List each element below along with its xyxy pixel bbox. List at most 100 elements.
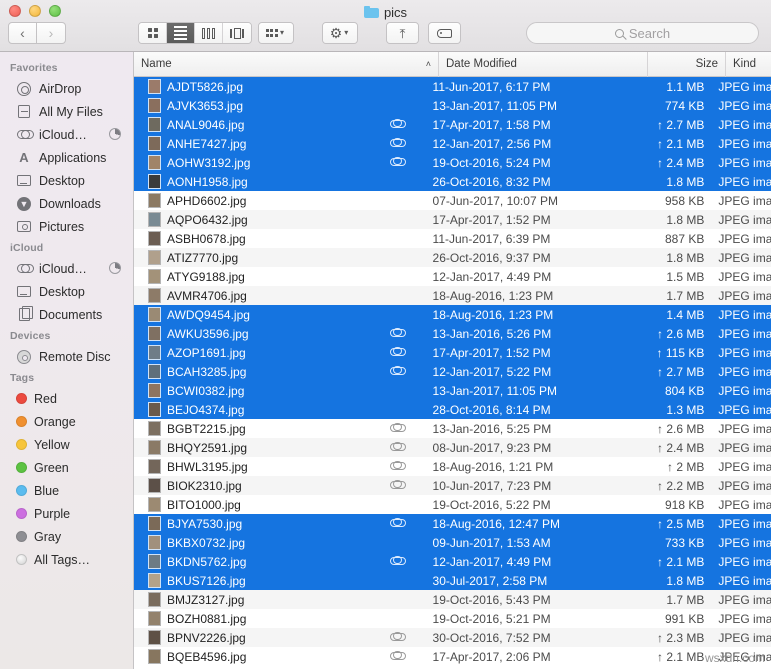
file-thumbnail-icon xyxy=(148,402,161,417)
file-name-cell: BMJZ3127.jpg xyxy=(134,592,432,607)
kind-cell: JPEG ima xyxy=(718,478,771,493)
table-row[interactable]: BCAH3285.jpg 12-Jan-2017, 5:22 PM ↑ 2.7 MB… xyxy=(134,362,771,381)
table-row[interactable]: ANHE7427.jpg 12-Jan-2017, 2:56 PM ↑ 2.1 MB… xyxy=(134,134,771,153)
file-rows[interactable]: AJDT5826.jpg 11-Jun-2017, 6:17 PM 1.1 MB JP… xyxy=(134,77,771,669)
file-name-cell: AOHW3192.jpg xyxy=(134,155,432,170)
sidebar-item-green[interactable]: Green xyxy=(0,456,133,479)
column-header-name[interactable]: Name ˄ xyxy=(134,51,439,77)
file-name-cell: ANAL9046.jpg xyxy=(134,117,432,132)
sidebar-item-purple[interactable]: Purple xyxy=(0,502,133,525)
table-row[interactable]: BJYA7530.jpg 18-Aug-2016, 12:47 PM ↑ 2.5 M… xyxy=(134,514,771,533)
action-button[interactable]: ⚙ ▾ xyxy=(323,23,357,43)
table-row[interactable]: ATIZ7770.jpg 26-Oct-2016, 9:37 PM 1.8 MB JP… xyxy=(134,248,771,267)
sidebar-item-orange[interactable]: Orange xyxy=(0,410,133,433)
sidebar-item-icloud[interactable]: iCloud… xyxy=(0,257,133,280)
table-row[interactable]: BMJZ3127.jpg 19-Oct-2016, 5:43 PM 1.7 MB JP… xyxy=(134,590,771,609)
sidebar-item-all-tags[interactable]: All Tags… xyxy=(0,548,133,571)
sidebar-item-desktop[interactable]: Desktop xyxy=(0,169,133,192)
column-header-size[interactable]: Size xyxy=(648,51,726,77)
size-cell: 1.7 MB xyxy=(666,288,705,303)
table-row[interactable]: BIOK2310.jpg 10-Jun-2017, 7:23 PM ↑ 2.2 MB… xyxy=(134,476,771,495)
table-row[interactable]: BCWI0382.jpg 13-Jan-2017, 11:05 PM 804 KB J… xyxy=(134,381,771,400)
sidebar-item-all-my-files[interactable]: All My Files xyxy=(0,100,133,123)
sidebar-item-red[interactable]: Red xyxy=(0,387,133,410)
table-row[interactable]: AWDQ9454.jpg 18-Aug-2016, 1:23 PM 1.4 MB JP… xyxy=(134,305,771,324)
sidebar-item-label: Remote Disc xyxy=(39,349,111,364)
kind-cell: JPEG ima xyxy=(718,535,771,550)
table-row[interactable]: BEJO4374.jpg 28-Oct-2016, 8:14 PM 1.3 MB JP… xyxy=(134,400,771,419)
table-row[interactable]: BGBT2215.jpg 13-Jan-2016, 5:25 PM ↑ 2.6 MB… xyxy=(134,419,771,438)
chevron-right-icon: › xyxy=(48,25,54,41)
forward-button[interactable]: › xyxy=(37,22,66,44)
table-row[interactable]: AONH1958.jpg 26-Oct-2016, 8:32 PM 1.8 MB JP… xyxy=(134,172,771,191)
icloud-progress-icon xyxy=(109,262,121,274)
file-thumbnail-icon xyxy=(148,383,161,398)
table-row[interactable]: ASBH0678.jpg 11-Jun-2017, 6:39 PM 887 KB JP… xyxy=(134,229,771,248)
table-row[interactable]: AQPO6432.jpg 17-Apr-2017, 1:52 PM 1.8 MB JP… xyxy=(134,210,771,229)
table-row[interactable]: APHD6602.jpg 07-Jun-2017, 10:07 PM 958 KB J… xyxy=(134,191,771,210)
sidebar-item-blue[interactable]: Blue xyxy=(0,479,133,502)
table-row[interactable]: AWKU3596.jpg 13-Jan-2016, 5:26 PM ↑ 2.6 MB… xyxy=(134,324,771,343)
zoom-button[interactable] xyxy=(49,5,61,17)
downloads-icon: ▼ xyxy=(16,196,32,212)
table-row[interactable]: AJDT5826.jpg 11-Jun-2017, 6:17 PM 1.1 MB JP… xyxy=(134,77,771,96)
share-button[interactable]: ⤒ xyxy=(387,23,418,43)
sidebar-item-yellow[interactable]: Yellow xyxy=(0,433,133,456)
file-name-label: AJVK3653.jpg xyxy=(167,98,244,113)
sidebar-item-pictures[interactable]: Pictures xyxy=(0,215,133,238)
file-name-label: BHWL3195.jpg xyxy=(167,459,248,474)
window-title: pics xyxy=(0,3,771,21)
minimize-button[interactable] xyxy=(29,5,41,17)
sidebar[interactable]: Favorites AirDrop All My Files iCloud… A Appl… xyxy=(0,52,134,669)
table-row[interactable]: ATYG9188.jpg 12-Jan-2017, 4:49 PM 1.5 MB JP… xyxy=(134,267,771,286)
sidebar-item-documents[interactable]: Documents xyxy=(0,303,133,326)
column-view-button[interactable] xyxy=(195,23,223,43)
sidebar-item-downloads[interactable]: ▼ Downloads xyxy=(0,192,133,215)
sidebar-item-label: Red xyxy=(34,391,57,406)
sidebar-item-desktop[interactable]: Desktop xyxy=(0,280,133,303)
search-field[interactable]: Search xyxy=(526,22,759,44)
icon-view-button[interactable] xyxy=(139,23,167,43)
close-button[interactable] xyxy=(9,5,21,17)
date-modified-cell: 09-Jun-2017, 1:53 AM xyxy=(432,535,551,550)
back-button[interactable]: ‹ xyxy=(8,22,37,44)
file-name-label: BMJZ3127.jpg xyxy=(167,592,245,607)
table-row[interactable]: BHWL3195.jpg 18-Aug-2016, 1:21 PM ↑ 2 MB JP… xyxy=(134,457,771,476)
sidebar-item-remote-disc[interactable]: Remote Disc xyxy=(0,345,133,368)
window-body: Favorites AirDrop All My Files iCloud… A Appl… xyxy=(0,51,771,669)
table-row[interactable]: BOZH0881.jpg 19-Oct-2016, 5:21 PM 991 KB JP… xyxy=(134,609,771,628)
sidebar-item-airdrop[interactable]: AirDrop xyxy=(0,77,133,100)
sidebar-item-icloud[interactable]: iCloud… xyxy=(0,123,133,146)
table-row[interactable]: AZOP1691.jpg 17-Apr-2017, 1:52 PM ↑ 115 KB… xyxy=(134,343,771,362)
icloud-status-icon xyxy=(389,156,406,166)
column-header-kind[interactable]: Kind xyxy=(726,52,771,77)
table-row[interactable]: BPNV2226.jpg 30-Oct-2016, 7:52 PM ↑ 2.3 MB… xyxy=(134,628,771,647)
list-view-button[interactable] xyxy=(167,23,195,43)
file-name-label: ASBH0678.jpg xyxy=(167,231,246,246)
table-row[interactable]: BKBX0732.jpg 09-Jun-2017, 1:53 AM 733 KB JP… xyxy=(134,533,771,552)
sidebar-item-gray[interactable]: Gray xyxy=(0,525,133,548)
sidebar-item-applications[interactable]: A Applications xyxy=(0,146,133,169)
coverflow-view-button[interactable] xyxy=(223,23,251,43)
table-row[interactable]: AOHW3192.jpg 19-Oct-2016, 5:24 PM ↑ 2.4 MB… xyxy=(134,153,771,172)
table-row[interactable]: BKUS7126.jpg 30-Jul-2017, 2:58 PM 1.8 MB JP… xyxy=(134,571,771,590)
table-row[interactable]: BQEB4596.jpg 17-Apr-2017, 2:06 PM ↑ 2.1 MB… xyxy=(134,647,771,666)
size-cell: ↑ 2.2 MB xyxy=(657,478,705,493)
table-row[interactable]: ANAL9046.jpg 17-Apr-2017, 1:58 PM ↑ 2.7 MB… xyxy=(134,115,771,134)
finder-window: pics ‹ › ▾ ⚙ ▾ ⤒ Search Favorites AirDro… xyxy=(0,0,771,669)
file-thumbnail-icon xyxy=(148,345,161,360)
file-name-cell: AVMR4706.jpg xyxy=(134,288,432,303)
file-name-cell: BHQY2591.jpg xyxy=(134,440,432,455)
sidebar-item-label: iCloud… xyxy=(39,127,87,142)
tag-button[interactable] xyxy=(429,23,460,43)
table-row[interactable]: BHQY2591.jpg 08-Jun-2017, 9:23 PM ↑ 2.4 MB… xyxy=(134,438,771,457)
table-row[interactable]: AJVK3653.jpg 13-Jan-2017, 11:05 PM 774 KB J… xyxy=(134,96,771,115)
column-header-name-label: Name xyxy=(141,58,172,70)
arrange-button[interactable]: ▾ xyxy=(259,23,293,43)
table-row[interactable]: AVMR4706.jpg 18-Aug-2016, 1:23 PM 1.7 MB JP… xyxy=(134,286,771,305)
table-row[interactable]: BKDN5762.jpg 12-Jan-2017, 4:49 PM ↑ 2.1 MB… xyxy=(134,552,771,571)
cloud-icon xyxy=(16,261,34,277)
table-row[interactable]: BITO1000.jpg 19-Oct-2016, 5:22 PM 918 KB JP… xyxy=(134,495,771,514)
disc-icon xyxy=(16,349,32,365)
column-header-date[interactable]: Date Modified xyxy=(439,51,648,77)
